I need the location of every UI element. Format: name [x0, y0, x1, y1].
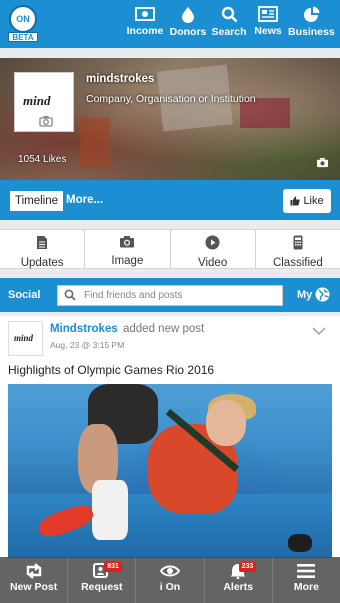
post-image[interactable]	[8, 384, 332, 558]
action-updates-label: Updates	[20, 257, 64, 269]
search-icon	[64, 289, 76, 301]
post-avatar-text: mind	[14, 333, 34, 343]
cover-camera-icon[interactable]	[316, 157, 329, 168]
bottom-nav-more[interactable]: More	[273, 557, 340, 603]
my-label[interactable]: My	[297, 289, 312, 301]
bottom-nav-new-post[interactable]: New Post	[0, 557, 69, 603]
newspaper-icon	[258, 6, 278, 22]
profile-picture[interactable]: mind	[14, 72, 74, 132]
action-updates[interactable]: Updates	[0, 230, 86, 269]
timeline-tab[interactable]: Timeline	[9, 190, 65, 212]
bottom-nav-alerts[interactable]: Alerts 233	[205, 557, 273, 603]
action-image-label: Image	[111, 255, 144, 267]
search-input[interactable]: Find friends and posts	[57, 285, 283, 306]
nav-search-label: Search	[211, 26, 247, 38]
nav-income-label: Income	[126, 25, 164, 37]
action-image[interactable]: Image	[85, 230, 171, 268]
retweet-icon	[26, 563, 41, 579]
nav-donors[interactable]: Donors	[169, 6, 207, 44]
profile-name[interactable]: mindstrokes	[86, 73, 154, 85]
nav-news[interactable]: News	[252, 6, 284, 44]
document-icon	[37, 236, 48, 249]
post-author[interactable]: Mindstrokes	[50, 323, 118, 335]
money-icon	[135, 7, 155, 21]
alerts-badge: 233	[238, 562, 257, 572]
app-logo[interactable]: ON BETA	[8, 5, 38, 43]
request-badge: 831	[104, 562, 122, 572]
profile-category: Company, Organisation or Institution	[86, 93, 256, 105]
post-type-bar: Updates Image Video Classified	[0, 229, 340, 269]
like-button-label: Like	[303, 195, 324, 207]
profile-logo-text: mind	[23, 93, 51, 108]
logo-circle: ON	[9, 5, 37, 33]
nav-news-label: News	[254, 25, 282, 37]
bottom-nav: New Post Request 831 i On Alerts 233 Mor…	[0, 557, 340, 603]
action-video[interactable]: Video	[171, 230, 256, 269]
bottom-nav-more-label: More	[293, 581, 319, 593]
post-avatar[interactable]: mind	[8, 321, 43, 356]
search-icon	[221, 6, 237, 23]
post-timestamp: Aug, 23 @ 3:15 PM	[50, 340, 125, 350]
menu-icon	[297, 564, 316, 578]
action-video-label: Video	[198, 257, 228, 269]
like-button[interactable]: Like	[283, 189, 331, 213]
pie-chart-icon	[303, 6, 319, 22]
bottom-nav-ion[interactable]: i On	[136, 557, 205, 603]
action-classified[interactable]: Classified	[256, 230, 340, 269]
phone-icon	[293, 235, 303, 250]
drop-icon	[182, 7, 194, 23]
play-icon	[205, 235, 220, 250]
likes-count: 1054 Likes	[18, 154, 67, 165]
globe-icon[interactable]	[315, 287, 330, 302]
nav-search[interactable]: Search	[211, 6, 247, 44]
social-label[interactable]: Social	[8, 289, 40, 301]
beta-badge: BETA	[8, 32, 38, 42]
nav-donors-label: Donors	[169, 26, 207, 38]
thumbs-up-icon	[290, 196, 301, 206]
post-text: Highlights of Olympic Games Rio 2016	[8, 363, 215, 377]
nav-business[interactable]: Business	[288, 6, 335, 44]
camera-icon	[120, 236, 135, 248]
bottom-nav-ion-label: i On	[159, 581, 181, 593]
chevron-down-icon[interactable]	[312, 327, 326, 336]
more-link[interactable]: More...	[66, 194, 103, 206]
bottom-nav-request-label: Request	[81, 581, 123, 593]
bottom-nav-alerts-label: Alerts	[223, 581, 254, 593]
eye-icon	[160, 565, 180, 577]
nav-business-label: Business	[288, 26, 335, 38]
bottom-nav-new-post-label: New Post	[9, 581, 58, 593]
bottom-nav-request[interactable]: Request 831	[68, 557, 137, 603]
logo-text: ON	[16, 14, 30, 24]
camera-icon[interactable]	[39, 115, 53, 127]
post-action-text: added new post	[123, 323, 205, 335]
nav-income[interactable]: Income	[126, 6, 164, 44]
action-classified-label: Classified	[272, 257, 323, 269]
